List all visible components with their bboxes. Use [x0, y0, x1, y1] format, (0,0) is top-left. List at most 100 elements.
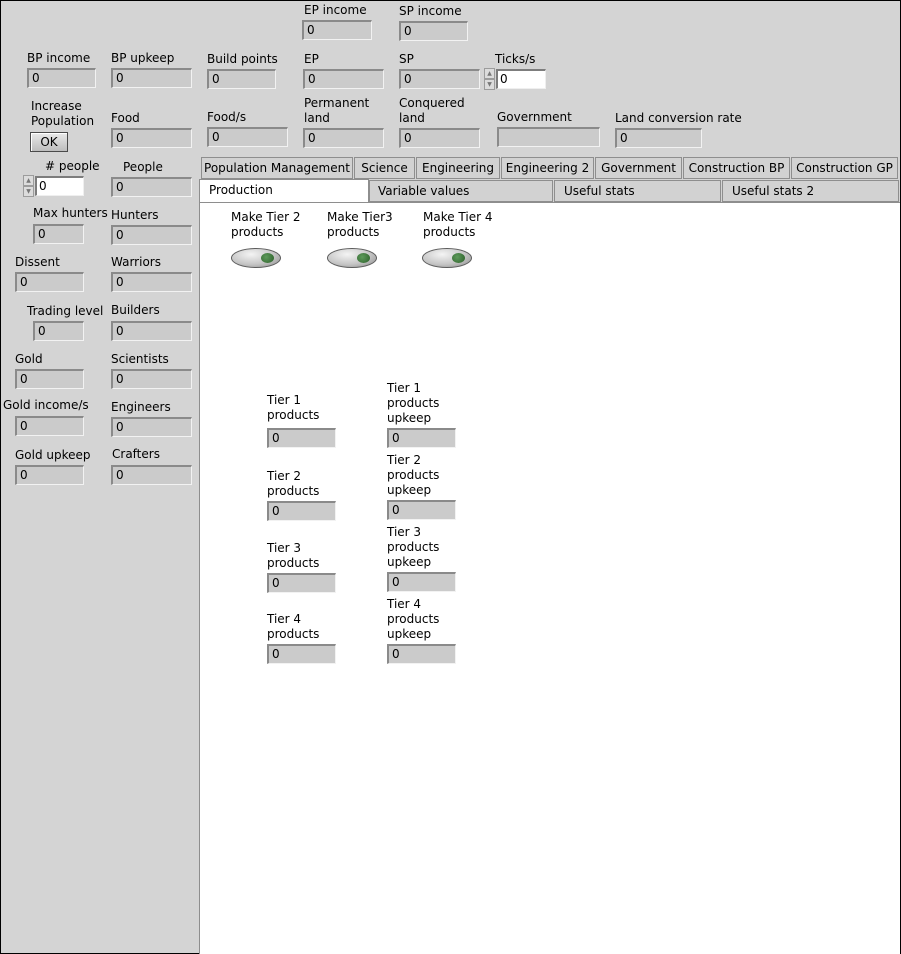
food-s-label: Food/s [207, 110, 247, 124]
sp-label: SP [399, 52, 414, 66]
max-hunters-indicator: 0 [33, 224, 84, 244]
max-hunters-label: Max hunters [33, 206, 108, 220]
gold-indicator: 0 [15, 369, 84, 389]
ep-label: EP [304, 52, 319, 66]
ep-indicator: 0 [303, 69, 384, 89]
led-indicator-icon [261, 253, 274, 263]
gold-income-label: Gold income/s [3, 398, 89, 412]
builders-label: Builders [111, 303, 160, 317]
make-tier3-label-1: Make Tier3 [327, 210, 393, 224]
sp-income-indicator: 0 [399, 21, 468, 41]
tier4-products-indicator: 0 [267, 644, 336, 664]
make-tier4-button[interactable] [422, 246, 472, 270]
ep-income-label: EP income [304, 3, 367, 17]
tab-government[interactable]: Government [595, 157, 682, 179]
spin-up-icon[interactable]: ▲ [484, 68, 495, 79]
tier3-products-label-2: products [267, 556, 320, 570]
tier4-upkeep-label-3: upkeep [387, 627, 432, 641]
tab-construction-gp[interactable]: Construction GP [791, 157, 898, 179]
tier2-upkeep-label-3: upkeep [387, 483, 432, 497]
tier4-products-label-2: products [267, 627, 320, 641]
warriors-label: Warriors [111, 255, 161, 269]
tier2-upkeep-label-1: Tier 2 [387, 453, 422, 467]
food-s-indicator: 0 [207, 127, 288, 147]
tier4-upkeep-indicator: 0 [387, 644, 456, 664]
num-people-input[interactable]: 0 [35, 176, 84, 196]
tier3-products-indicator: 0 [267, 573, 336, 593]
trading-level-indicator: 0 [33, 321, 84, 341]
ticks-input[interactable]: 0 [496, 69, 546, 89]
tier1-upkeep-label-3: upkeep [387, 411, 432, 425]
crafters-indicator: 0 [111, 465, 192, 485]
spin-down-icon[interactable]: ▼ [484, 79, 495, 90]
increase-population-label-2: Population [31, 114, 95, 128]
tier3-upkeep-indicator: 0 [387, 572, 456, 592]
led-indicator-icon [452, 253, 465, 263]
tier3-upkeep-label-3: upkeep [387, 555, 432, 569]
make-tier4-label-1: Make Tier 4 [423, 210, 493, 224]
tab-engineering-2[interactable]: Engineering 2 [501, 157, 594, 179]
spin-down-icon[interactable]: ▼ [23, 186, 34, 197]
ticks-spinner[interactable]: ▲ ▼ [484, 68, 495, 90]
tier2-products-label-2: products [267, 484, 320, 498]
warriors-indicator: 0 [111, 272, 192, 292]
bp-income-indicator: 0 [27, 68, 96, 88]
gold-upkeep-label: Gold upkeep [15, 448, 91, 462]
food-indicator: 0 [111, 128, 192, 148]
make-tier3-label-2: products [327, 225, 380, 239]
tier2-upkeep-indicator: 0 [387, 500, 456, 520]
ep-income-indicator: 0 [302, 20, 372, 40]
dissent-indicator: 0 [15, 272, 84, 292]
tab-useful-stats-2[interactable]: Useful stats 2 [722, 180, 899, 202]
hunters-indicator: 0 [111, 225, 192, 245]
engineers-label: Engineers [111, 400, 171, 414]
gold-income-indicator: 0 [15, 416, 84, 436]
tab-engineering[interactable]: Engineering [416, 157, 500, 179]
crafters-label: Crafters [112, 447, 160, 461]
conquered-land-label-1: Conquered [399, 96, 465, 110]
spin-up-icon[interactable]: ▲ [23, 175, 34, 186]
tab-construction-bp[interactable]: Construction BP [683, 157, 790, 179]
tab-useful-stats[interactable]: Useful stats [554, 180, 721, 202]
make-tier4-label-2: products [423, 225, 476, 239]
bp-upkeep-indicator: 0 [111, 68, 192, 88]
make-tier2-label-1: Make Tier 2 [231, 210, 301, 224]
tab-panel-production: Make Tier 2 products Make Tier3 products… [199, 202, 900, 954]
food-label: Food [111, 111, 140, 125]
tier3-products-label-1: Tier 3 [267, 541, 302, 555]
num-people-spinner[interactable]: ▲ ▼ [23, 175, 34, 197]
permanent-land-label-2: land [304, 111, 330, 125]
engineers-indicator: 0 [111, 417, 192, 437]
make-tier3-button[interactable] [327, 246, 377, 270]
sp-indicator: 0 [399, 69, 480, 89]
trading-level-label: Trading level [27, 304, 104, 318]
tab-science[interactable]: Science [354, 157, 415, 179]
num-people-label: # people [45, 159, 100, 173]
conquered-land-label-2: land [399, 111, 425, 125]
tab-production[interactable]: Production [199, 179, 369, 202]
tier1-upkeep-label-2: products [387, 396, 440, 410]
gold-upkeep-indicator: 0 [15, 465, 84, 485]
tier3-upkeep-label-1: Tier 3 [387, 525, 422, 539]
sp-income-label: SP income [399, 4, 462, 18]
hunters-label: Hunters [111, 208, 159, 222]
tier1-products-label-2: products [267, 408, 320, 422]
make-tier2-button[interactable] [231, 246, 281, 270]
tier1-products-label-1: Tier 1 [267, 393, 302, 407]
tier2-products-indicator: 0 [267, 501, 336, 521]
led-indicator-icon [357, 253, 370, 263]
tier1-upkeep-label-1: Tier 1 [387, 381, 422, 395]
make-tier2-label-2: products [231, 225, 284, 239]
ticks-label: Ticks/s [495, 52, 536, 66]
increase-population-ok-button[interactable]: OK [30, 132, 68, 152]
bp-upkeep-label: BP upkeep [111, 51, 175, 65]
tab-variable-values[interactable]: Variable values [369, 180, 553, 202]
permanent-land-indicator: 0 [303, 128, 384, 148]
permanent-land-label-1: Permanent [304, 96, 370, 110]
land-conversion-rate-indicator: 0 [615, 128, 702, 148]
government-label: Government [497, 110, 572, 124]
tab-population-management[interactable]: Population Management [201, 157, 353, 179]
build-points-label: Build points [207, 52, 278, 66]
bp-income-label: BP income [27, 51, 91, 65]
tier3-upkeep-label-2: products [387, 540, 440, 554]
